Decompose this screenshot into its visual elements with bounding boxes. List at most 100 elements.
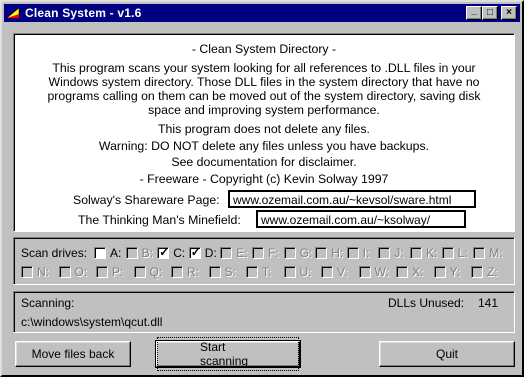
drive-checkbox: F: <box>252 246 279 260</box>
drive-letter-label: H: <box>331 246 344 260</box>
main-window: Clean System - v1.6 _ □ × - Clean System… <box>0 0 524 377</box>
drive-letter-label: V: <box>337 265 348 279</box>
check-mark-icon: ✓ <box>190 245 201 259</box>
maximize-button[interactable]: □ <box>482 6 498 20</box>
checkbox-icon <box>21 266 33 278</box>
move-files-back-label: Move files back <box>31 347 115 361</box>
drive-checkbox: B: <box>125 246 153 260</box>
checkbox-icon <box>283 247 296 259</box>
drive-checkbox[interactable]: ✓ C: <box>157 245 186 260</box>
drive-checkbox: K: <box>410 246 437 260</box>
checkbox-checked-icon[interactable]: ✓ <box>188 245 201 259</box>
dlls-unused-label: DLLs Unused: <box>388 296 465 310</box>
drive-checkbox: W: <box>358 265 389 279</box>
checkbox-icon <box>410 247 422 259</box>
drive-checkbox[interactable]: ✓ D: <box>188 245 217 260</box>
drive-letter-label: G: <box>299 246 313 260</box>
description-line: programs calling on them can be moved ou… <box>47 89 481 103</box>
start-scanning-label: Start scanning <box>157 337 299 371</box>
drive-checkbox: L: <box>441 246 468 260</box>
disclaimer-line: See documentation for disclaimer. <box>171 155 357 169</box>
scan-drives-label: Scan drives: <box>21 246 88 260</box>
drive-letter-label: O: <box>74 265 88 279</box>
scan-drives-panel: Scan drives: A: B: ✓ C: ✓ D: E: F: G: H: I: J: K: L: M… <box>13 237 515 285</box>
drive-letter-label: R: <box>187 265 199 279</box>
drive-letter-label: C: <box>173 246 186 260</box>
minimize-icon: _ <box>471 5 477 16</box>
drive-letter-label: M: <box>489 246 503 260</box>
drive-checkbox: S: <box>208 265 236 279</box>
drive-checkbox: E: <box>220 246 248 260</box>
checkbox-icon <box>378 247 391 259</box>
drive-checkbox: G: <box>283 246 313 260</box>
drive-letter-label: U: <box>299 265 312 279</box>
description-line: space and improving system performance. <box>148 103 380 117</box>
drive-checkbox: R: <box>171 265 199 279</box>
drive-letter-label: K: <box>426 246 438 260</box>
drive-letter-label: J: <box>394 246 404 260</box>
checkbox-checked-icon[interactable]: ✓ <box>157 245 170 259</box>
minimize-button[interactable]: _ <box>466 6 482 20</box>
drive-checkbox: Z: <box>471 265 498 279</box>
drive-checkbox: J: <box>378 246 404 260</box>
scanning-label: Scanning: <box>21 296 75 310</box>
checkbox-icon <box>208 266 221 278</box>
drive-letter-label: X: <box>412 265 424 279</box>
checkbox-icon <box>433 266 446 278</box>
drive-checkbox: U: <box>283 265 312 279</box>
dlls-unused-count: 141 <box>478 296 499 310</box>
minefield-link[interactable]: www.ozemail.com.au/~ksolway/ <box>256 210 466 228</box>
checkbox-icon <box>396 266 408 278</box>
drive-letter-label: S: <box>224 265 236 279</box>
close-icon: × <box>506 7 512 18</box>
move-files-back-button[interactable]: Move files back <box>15 341 131 367</box>
drive-letter-label: Q: <box>149 265 163 279</box>
start-scanning-button[interactable]: Start scanning <box>155 337 301 371</box>
warning-line: Warning: DO NOT delete any files unless … <box>98 139 430 153</box>
drive-letter-label: F: <box>268 246 279 260</box>
drive-letter-label: L: <box>457 246 468 260</box>
maximize-icon: □ <box>486 7 494 18</box>
drive-checkbox: X: <box>396 265 423 279</box>
checkbox-icon <box>321 266 333 278</box>
drive-checkbox: Y: <box>433 265 460 279</box>
info-heading: - Clean System Directory - <box>191 42 337 56</box>
checkbox-icon <box>471 266 483 278</box>
checkbox-icon <box>220 247 233 259</box>
drive-letter-label: B: <box>141 246 153 260</box>
description-line: Windows system directory. Those DLL file… <box>48 75 480 89</box>
checkbox-icon <box>96 266 108 278</box>
drive-checkbox: I: <box>346 246 369 260</box>
drive-letter-label: A: <box>110 246 122 260</box>
drive-letter-label: T: <box>262 265 272 279</box>
checkbox-icon[interactable] <box>94 247 106 259</box>
title-bar[interactable]: Clean System - v1.6 _ □ × <box>4 4 520 22</box>
status-panel: Scanning: c:\windows\system\qcut.dll DLL… <box>13 291 515 333</box>
current-file-path: c:\windows\system\qcut.dll <box>21 315 163 329</box>
minefield-label: The Thinking Man's Minefield: <box>78 213 241 227</box>
copyright-line: - Freeware - Copyright (c) Kevin Solway … <box>139 172 389 186</box>
checkbox-icon <box>171 266 183 278</box>
app-icon[interactable] <box>6 6 20 20</box>
checkbox-icon <box>358 266 371 278</box>
close-button[interactable]: × <box>501 6 517 20</box>
quit-label: Quit <box>435 347 458 361</box>
no-delete-notice: This program does not delete any files. <box>158 122 370 136</box>
drive-letter-label: W: <box>374 265 389 279</box>
shareware-page-label: Solway's Shareware Page: <box>73 193 220 207</box>
checkbox-icon <box>133 266 146 278</box>
drive-checkbox: H: <box>315 246 343 260</box>
checkbox-icon <box>246 266 258 278</box>
info-panel: - Clean System Directory - This program … <box>13 33 515 232</box>
drive-letter-label: N: <box>37 265 49 279</box>
drive-letter-label: Z: <box>487 265 498 279</box>
checkbox-icon <box>283 266 296 278</box>
shareware-page-link[interactable]: www.ozemail.com.au/~kevsol/sware.html <box>228 190 476 208</box>
drive-letter-label: D: <box>204 246 217 260</box>
drive-checkbox[interactable]: A: <box>94 246 121 260</box>
drive-letter-label: P: <box>112 265 124 279</box>
quit-button[interactable]: Quit <box>379 341 515 367</box>
drive-checkbox: O: <box>58 265 88 279</box>
check-mark-icon: ✓ <box>159 245 170 259</box>
drive-letter-label: E: <box>236 246 248 260</box>
